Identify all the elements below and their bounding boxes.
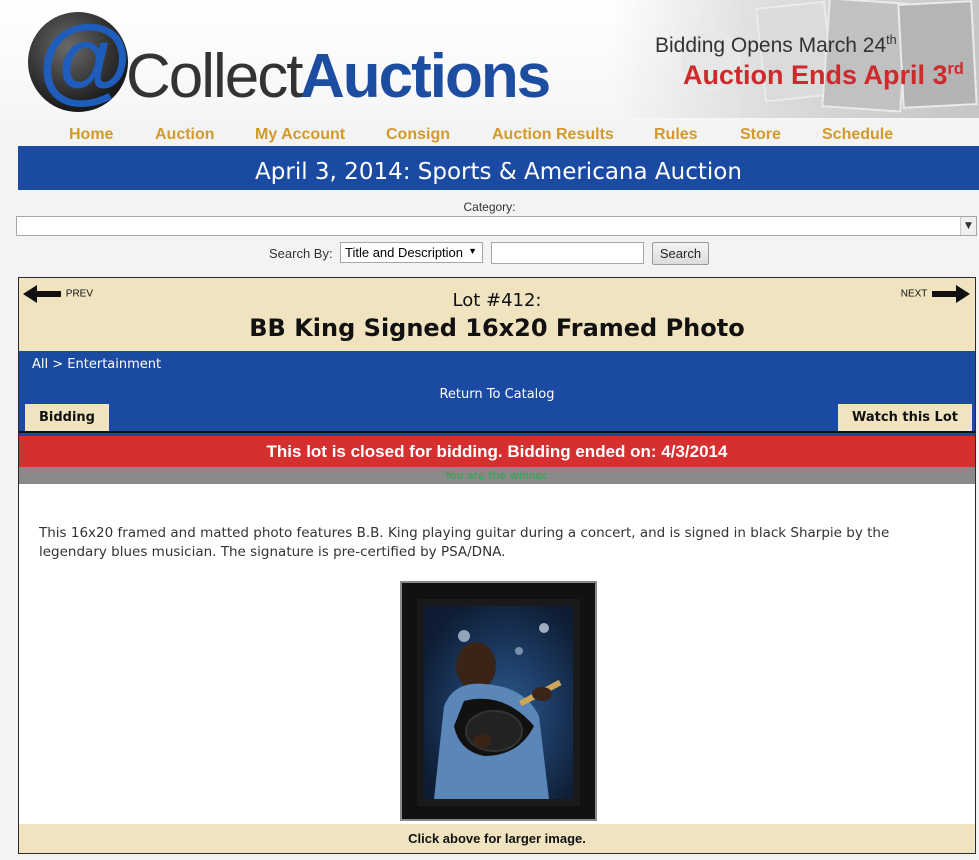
nav-auction-results[interactable]: Auction Results (492, 126, 614, 144)
nav-rules[interactable]: Rules (654, 126, 698, 144)
nav-home[interactable]: Home (69, 126, 113, 144)
main-nav: Home Auction My Account Consign Auction … (18, 122, 979, 146)
breadcrumb-all-link[interactable]: All (32, 357, 48, 372)
logo-auctions-text: Auctions (300, 42, 551, 111)
bb-king-photo-image (424, 606, 573, 799)
header-card-image (897, 0, 978, 109)
lot-closed-banner: This lot is closed for bidding. Bidding … (19, 436, 975, 467)
category-select[interactable]: ▼ (16, 216, 977, 236)
nav-auction[interactable]: Auction (155, 126, 215, 144)
nav-schedule[interactable]: Schedule (822, 126, 893, 144)
logo-at-symbol: @ (38, 6, 132, 113)
dropdown-arrow-icon: ▼ (468, 246, 477, 256)
photo-caption: Click above for larger image. (19, 824, 975, 853)
lot-photo[interactable] (400, 581, 597, 821)
lot-description: This 16x20 framed and matted photo featu… (39, 525, 890, 560)
logo-collect-text: Collect (126, 42, 304, 111)
lot-title: BB King Signed 16x20 Framed Photo (249, 314, 745, 342)
nav-store[interactable]: Store (740, 126, 781, 144)
search-by-selected-value: Title and Description (345, 245, 464, 260)
search-by-select[interactable]: Title and Description ▼ (340, 242, 483, 263)
breadcrumb-entertainment-link[interactable]: Entertainment (67, 357, 161, 372)
search-by-label: Search By: (269, 246, 333, 261)
tab-divider (19, 431, 975, 433)
search-button[interactable]: Search (652, 242, 709, 265)
lot-header: PREV NEXT Lot #412: BB King Signed 16x20… (19, 278, 975, 351)
search-input[interactable] (491, 242, 644, 264)
bidding-opens-text: Bidding Opens March 24th (655, 33, 897, 57)
site-header: @ Collect Auctions Bidding Opens March 2… (0, 0, 979, 120)
tab-bidding[interactable]: Bidding (25, 404, 109, 431)
lot-number: Lot #412: (452, 290, 542, 311)
lot-detail-panel: PREV NEXT Lot #412: BB King Signed 16x20… (18, 277, 976, 854)
performer-illustration (434, 623, 562, 799)
lot-nav-area: All > Entertainment Return To Catalog Bi… (19, 351, 975, 436)
auction-ends-text: Auction Ends April 3rd (683, 60, 964, 90)
breadcrumb-separator: > (48, 357, 68, 372)
nav-consign[interactable]: Consign (386, 126, 450, 144)
watch-lot-button[interactable]: Watch this Lot (838, 404, 972, 431)
breadcrumb: All > Entertainment (32, 357, 161, 372)
dropdown-arrow-icon[interactable]: ▼ (960, 217, 976, 235)
auction-title-bar: April 3, 2014: Sports & Americana Auctio… (18, 146, 979, 190)
return-to-catalog-link[interactable]: Return To Catalog (19, 387, 975, 402)
category-label: Category: (463, 200, 516, 214)
photo-mat (417, 599, 580, 806)
header-collage-image (610, 0, 979, 118)
nav-my-account[interactable]: My Account (255, 126, 345, 144)
winner-status: You are the winner. (19, 467, 975, 484)
